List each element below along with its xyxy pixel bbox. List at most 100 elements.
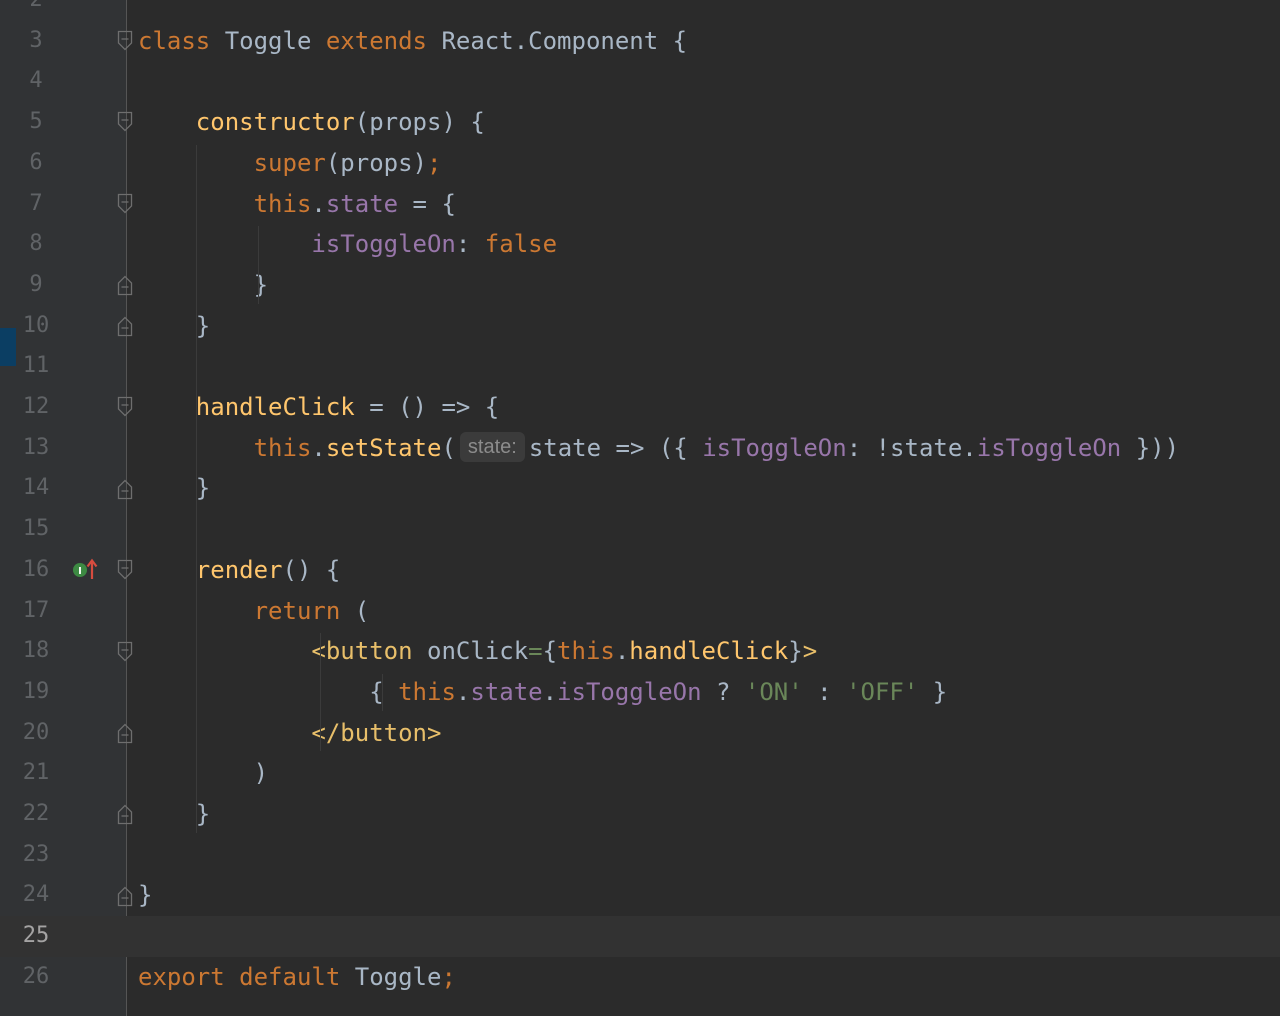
code-line[interactable]: 26 export default Toggle; bbox=[0, 957, 1280, 998]
line-number[interactable]: 9 bbox=[16, 265, 56, 306]
code-line[interactable]: 3 class Toggle extends React.Component { bbox=[0, 21, 1280, 62]
code-text[interactable]: super(props); bbox=[138, 143, 442, 184]
fold-open-icon[interactable] bbox=[116, 631, 134, 672]
code-text[interactable]: constructor(props) { bbox=[138, 102, 485, 143]
line-number[interactable]: 3 bbox=[16, 21, 56, 62]
code-token: 'ON' bbox=[744, 677, 803, 706]
code-token: super bbox=[253, 148, 326, 177]
code-line[interactable]: 7 this.state = { bbox=[0, 184, 1280, 225]
code-text[interactable]: } bbox=[138, 265, 268, 306]
fold-open-icon[interactable] bbox=[116, 102, 134, 143]
code-editor[interactable]: 23 class Toggle extends React.Component {… bbox=[0, 0, 1280, 1016]
code-line[interactable]: 8 isToggleOn: false bbox=[0, 224, 1280, 265]
code-line[interactable]: 19 { this.state.isToggleOn ? 'ON' : 'OFF… bbox=[0, 672, 1280, 713]
code-line[interactable]: 4 bbox=[0, 61, 1280, 102]
code-token: ( bbox=[340, 596, 370, 625]
line-number[interactable]: 20 bbox=[16, 713, 56, 754]
code-token: = () => { bbox=[354, 393, 500, 421]
line-number[interactable]: 6 bbox=[16, 143, 56, 184]
line-number[interactable]: 17 bbox=[16, 591, 56, 632]
code-text[interactable]: handleClick = () => { bbox=[138, 387, 499, 428]
line-number[interactable]: 16 bbox=[16, 550, 56, 591]
fold-close-icon[interactable] bbox=[116, 794, 134, 835]
code-text[interactable]: isToggleOn: false bbox=[138, 224, 557, 265]
fold-close-icon[interactable] bbox=[116, 468, 134, 509]
code-line[interactable]: 25 bbox=[0, 916, 1280, 957]
code-token: () { bbox=[282, 555, 341, 584]
code-line[interactable]: 22 } bbox=[0, 794, 1280, 835]
code-line[interactable]: 24} bbox=[0, 875, 1280, 916]
code-token: handleClick bbox=[629, 637, 789, 666]
line-number[interactable]: 21 bbox=[16, 753, 56, 794]
line-number[interactable]: 12 bbox=[16, 387, 56, 428]
code-line[interactable]: 18 <button onClick={this.handleClick}> bbox=[0, 631, 1280, 672]
fold-open-icon[interactable] bbox=[116, 184, 134, 225]
fold-open-icon[interactable] bbox=[116, 550, 134, 591]
line-number[interactable]: 24 bbox=[16, 875, 56, 916]
code-token: state bbox=[470, 677, 543, 706]
line-number[interactable]: 5 bbox=[16, 102, 56, 143]
code-text[interactable]: class Toggle extends React.Component { bbox=[138, 21, 687, 62]
fold-close-icon[interactable] bbox=[116, 265, 134, 306]
line-number[interactable]: 15 bbox=[16, 509, 56, 550]
line-number[interactable]: 18 bbox=[16, 631, 56, 672]
code-token: ) bbox=[138, 759, 269, 788]
code-text[interactable]: </button> bbox=[138, 713, 441, 754]
line-number[interactable]: 22 bbox=[16, 794, 56, 835]
line-number[interactable]: 11 bbox=[16, 346, 56, 387]
fold-close-icon[interactable] bbox=[116, 713, 134, 754]
code-line[interactable]: 12 handleClick = () => { bbox=[0, 387, 1280, 428]
code-token: ; bbox=[441, 962, 456, 991]
code-text[interactable]: } bbox=[138, 468, 210, 509]
code-text[interactable]: render() { bbox=[138, 550, 341, 591]
line-number[interactable]: 14 bbox=[16, 468, 56, 509]
line-number[interactable]: 13 bbox=[16, 428, 56, 469]
code-line[interactable]: 6 super(props); bbox=[0, 143, 1280, 184]
line-number[interactable]: 2 bbox=[16, 0, 56, 21]
code-token: })) bbox=[1121, 433, 1180, 462]
line-number[interactable]: 26 bbox=[16, 957, 56, 998]
code-text[interactable]: } bbox=[138, 875, 152, 916]
code-line[interactable]: 9 } bbox=[0, 265, 1280, 306]
code-token: this bbox=[253, 189, 312, 218]
code-line[interactable]: 10 } bbox=[0, 306, 1280, 347]
line-number[interactable]: 7 bbox=[16, 184, 56, 225]
code-token: React.Component { bbox=[427, 26, 688, 55]
line-number[interactable]: 23 bbox=[16, 835, 56, 876]
line-number[interactable]: 25 bbox=[16, 916, 56, 957]
code-line[interactable]: 5 constructor(props) { bbox=[0, 102, 1280, 143]
code-line[interactable]: 21 ) bbox=[0, 753, 1280, 794]
code-token: ( bbox=[441, 433, 456, 462]
code-line[interactable]: 13 this.setState(state: state => ({ isTog… bbox=[0, 428, 1280, 469]
code-text[interactable]: return ( bbox=[138, 591, 370, 632]
fold-open-icon[interactable] bbox=[116, 387, 134, 428]
line-number[interactable]: 4 bbox=[16, 61, 56, 102]
code-line[interactable]: 15 bbox=[0, 509, 1280, 550]
code-line[interactable]: 20 </button> bbox=[0, 713, 1280, 754]
line-number[interactable]: 10 bbox=[16, 306, 56, 347]
code-line[interactable]: 23 bbox=[0, 835, 1280, 876]
code-text[interactable]: } bbox=[138, 794, 210, 835]
code-line[interactable]: 2 bbox=[0, 0, 1280, 21]
fold-open-icon[interactable] bbox=[116, 21, 134, 62]
code-text[interactable]: <button onClick={this.handleClick}> bbox=[138, 631, 817, 672]
code-token: } bbox=[138, 311, 211, 340]
line-number[interactable]: 8 bbox=[16, 224, 56, 265]
code-text[interactable]: { this.state.isToggleOn ? 'ON' : 'OFF' } bbox=[138, 672, 947, 713]
code-text[interactable]: export default Toggle; bbox=[138, 957, 456, 998]
line-number[interactable]: 19 bbox=[16, 672, 56, 713]
code-text[interactable]: } bbox=[138, 306, 210, 347]
code-line[interactable]: 17 return ( bbox=[0, 591, 1280, 632]
code-line[interactable]: 14 } bbox=[0, 468, 1280, 509]
code-line[interactable]: 11 bbox=[0, 346, 1280, 387]
fold-close-icon[interactable] bbox=[116, 306, 134, 347]
code-text[interactable]: ) bbox=[138, 753, 268, 794]
code-line[interactable]: 16 I render() { bbox=[0, 550, 1280, 591]
code-token: ? bbox=[701, 677, 745, 706]
code-text[interactable]: this.state = { bbox=[138, 184, 456, 225]
fold-close-icon[interactable] bbox=[116, 875, 134, 916]
implements-method-icon[interactable]: I bbox=[70, 550, 102, 591]
code-text[interactable]: this.setState(state: state => ({ isToggle… bbox=[138, 428, 1179, 469]
